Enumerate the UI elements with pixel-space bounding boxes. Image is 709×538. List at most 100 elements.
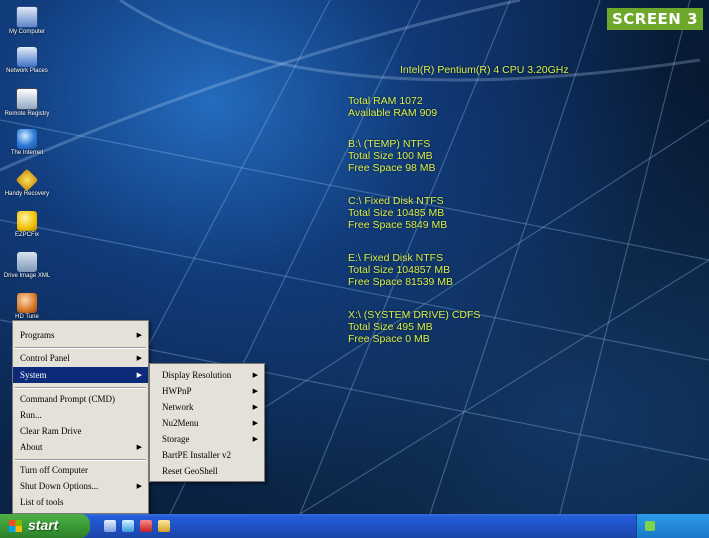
submenu-arrow-icon: ▶	[136, 371, 142, 379]
desktop-icons: My Computer Network Places Remote Regist…	[2, 4, 52, 332]
menu-item-clear-ram-drive[interactable]: Clear Ram Drive	[13, 423, 148, 439]
system-tray	[636, 514, 709, 538]
desktop-icon[interactable]	[104, 520, 116, 532]
menu-item-label: Command Prompt (CMD)	[20, 394, 116, 404]
taskbar: start	[0, 514, 709, 538]
drive-name: B:\ (TEMP) NTFS	[348, 138, 431, 150]
desktop-icon-label: Remote Registry	[4, 111, 50, 117]
submenu-arrow-icon: ▶	[136, 331, 142, 339]
ram-available: Available RAM 909	[348, 107, 438, 119]
submenu-item-bartpe-installer[interactable]: BartPE Installer v2	[150, 447, 264, 463]
menu-item-label: Programs	[20, 330, 55, 340]
hd-tune-icon	[17, 293, 37, 313]
ram-info: Total RAM 1072 Available RAM 909	[348, 95, 437, 119]
menu-item-label: Control Panel	[20, 353, 70, 363]
menu-separator	[15, 387, 146, 389]
menu-item-list-of-tools[interactable]: List of tools	[13, 494, 148, 510]
ezpcfix-icon	[17, 211, 37, 231]
menu-item-label: Display Resolution	[162, 370, 232, 380]
menu-item-run[interactable]: Run...	[13, 407, 148, 423]
handy-recovery-icon	[15, 168, 39, 192]
drive-free: Free Space 0 MB	[348, 333, 430, 345]
submenu-item-hwpnp[interactable]: HWPnP ▶	[150, 383, 264, 399]
menu-item-shut-down-options[interactable]: Shut Down Options... ▶	[13, 478, 148, 494]
desktop-icon-network-places[interactable]: Network Places	[2, 45, 52, 86]
folder-icon[interactable]	[158, 520, 170, 532]
submenu-item-network[interactable]: Network ▶	[150, 399, 264, 415]
menu-item-about[interactable]: About ▶	[13, 439, 148, 455]
menu-item-label: Nu2Menu	[162, 418, 199, 428]
desktop-icon-my-computer[interactable]: My Computer	[2, 4, 52, 45]
menu-item-system[interactable]: System ▶	[13, 367, 148, 383]
menu-item-programs[interactable]: Programs ▶	[13, 327, 148, 343]
desktop-icon-label: Network Places	[6, 68, 48, 74]
submenu-item-reset-geoshell[interactable]: Reset GeoShell	[150, 463, 264, 479]
network-icon	[17, 47, 37, 67]
drive-info-x: X:\ (SYSTEM DRIVE) CDFS Total Size 495 M…	[348, 309, 480, 345]
desktop-icon-label: My Computer	[8, 29, 45, 35]
computer-icon	[16, 6, 38, 28]
drive-free: Free Space 5849 MB	[348, 219, 448, 231]
menu-item-label: Run...	[20, 410, 42, 420]
drive-total: Total Size 495 MB	[348, 321, 433, 333]
drive-free: Free Space 98 MB	[348, 162, 436, 174]
menu-item-label: Reset GeoShell	[162, 466, 218, 476]
desktop-icon-label: Drive Image XML	[3, 273, 51, 279]
start-button[interactable]: start	[0, 514, 90, 538]
drive-info-c: C:\ Fixed Disk NTFS Total Size 10485 MB …	[348, 195, 447, 231]
submenu-arrow-icon: ▶	[252, 419, 258, 427]
internet-icon	[17, 129, 37, 149]
submenu-arrow-icon: ▶	[252, 387, 258, 395]
desktop-icon-drive-image-xml[interactable]: Drive Image XML	[2, 250, 52, 291]
desktop-icon-label: The Internet	[10, 150, 44, 156]
submenu-arrow-icon: ▶	[252, 403, 258, 411]
start-menu: Programs ▶ Control Panel ▶ System ▶ Comm…	[12, 320, 149, 514]
submenu-item-display-resolution[interactable]: Display Resolution ▶	[150, 367, 264, 383]
submenu-arrow-icon: ▶	[252, 435, 258, 443]
drive-name: E:\ Fixed Disk NTFS	[348, 252, 444, 264]
menu-separator	[15, 459, 146, 461]
menu-item-control-panel[interactable]: Control Panel ▶	[13, 350, 148, 366]
menu-item-label: List of tools	[20, 497, 64, 507]
drive-name: C:\ Fixed Disk NTFS	[348, 195, 444, 207]
submenu-arrow-icon: ▶	[136, 354, 142, 362]
start-button-label: start	[28, 517, 59, 533]
menu-item-turn-off-computer[interactable]: Turn off Computer	[13, 462, 148, 478]
system-submenu: Display Resolution ▶ HWPnP ▶ Network ▶ N…	[149, 363, 265, 482]
desktop-icon-handy-recovery[interactable]: Handy Recovery	[2, 168, 52, 209]
drive-total: Total Size 10485 MB	[348, 207, 445, 219]
submenu-item-nu2menu[interactable]: Nu2Menu ▶	[150, 415, 264, 431]
cpu-info: Intel(R) Pentium(R) 4 CPU 3.20GHz	[400, 64, 569, 76]
drive-total: Total Size 104857 MB	[348, 264, 451, 276]
drive-info-e: E:\ Fixed Disk NTFS Total Size 104857 MB…	[348, 252, 453, 288]
menu-item-label: Network	[162, 402, 194, 412]
drive-info-b: B:\ (TEMP) NTFS Total Size 100 MB Free S…	[348, 138, 436, 174]
desktop-icon-remote-registry[interactable]: Remote Registry	[2, 86, 52, 127]
explorer-icon[interactable]	[122, 520, 134, 532]
menu-item-label: System	[20, 370, 47, 380]
desktop-icon-label: EZPCFix	[15, 232, 39, 238]
menu-item-label: Clear Ram Drive	[20, 426, 82, 436]
submenu-arrow-icon: ▶	[136, 443, 142, 451]
desktop-icon-the-internet[interactable]: The Internet	[2, 127, 52, 168]
menu-item-command-prompt[interactable]: Command Prompt (CMD)	[13, 391, 148, 407]
menu-item-label: Shut Down Options...	[20, 481, 99, 491]
screen-badge: SCREEN 3	[607, 8, 703, 30]
desktop-icon-label: Handy Recovery	[4, 191, 50, 197]
desktop-icon-ezpcfix[interactable]: EZPCFix	[2, 209, 52, 250]
menu-item-label: BartPE Installer v2	[162, 450, 231, 460]
drive-name: X:\ (SYSTEM DRIVE) CDFS	[348, 309, 481, 321]
submenu-item-storage[interactable]: Storage ▶	[150, 431, 264, 447]
menu-item-label: About	[20, 442, 43, 452]
drive-total: Total Size 100 MB	[348, 150, 433, 162]
drive-free: Free Space 81539 MB	[348, 276, 454, 288]
submenu-arrow-icon: ▶	[252, 371, 258, 379]
menu-item-label: HWPnP	[162, 386, 192, 396]
remote-registry-icon	[16, 88, 38, 110]
menu-separator	[15, 347, 146, 349]
tool-icon[interactable]	[140, 520, 152, 532]
drive-image-icon	[17, 252, 37, 272]
menu-item-label: Turn off Computer	[20, 465, 89, 475]
ram-total: Total RAM 1072	[348, 95, 423, 107]
tray-icon[interactable]	[645, 521, 655, 531]
